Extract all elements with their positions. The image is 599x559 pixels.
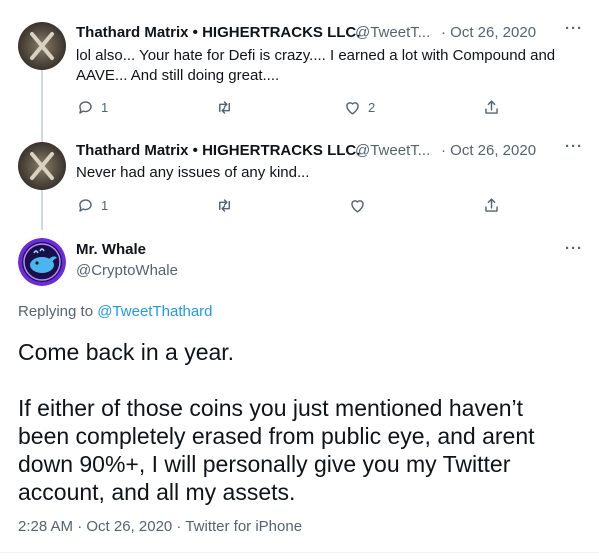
like-icon bbox=[346, 102, 359, 115]
share-button[interactable] bbox=[482, 196, 501, 215]
like-icon bbox=[351, 200, 364, 213]
author-name[interactable]: Thathard Matrix • HIGHERTRACKS LLC. bbox=[76, 142, 360, 159]
share-button[interactable] bbox=[482, 98, 501, 117]
share-icon bbox=[485, 198, 498, 212]
retweet-button[interactable] bbox=[215, 98, 234, 117]
divider bbox=[0, 552, 599, 553]
more-icon[interactable]: ··· bbox=[565, 240, 583, 257]
tweet-body-line: Come back in a year. bbox=[18, 339, 235, 365]
reply-button[interactable]: 1 bbox=[76, 196, 108, 215]
author-name[interactable]: Thathard Matrix • HIGHERTRACKS LLC. bbox=[76, 24, 360, 41]
tweet-body-line: been completely erased from public eye, … bbox=[18, 423, 535, 449]
retweet-button[interactable] bbox=[215, 196, 234, 215]
tweet-body-line: If either of those coins you just mentio… bbox=[18, 395, 524, 421]
reply-icon bbox=[79, 101, 92, 114]
author-handle[interactable]: @CryptoWhale bbox=[76, 262, 178, 279]
reply-icon bbox=[79, 199, 92, 212]
thread-line bbox=[41, 70, 43, 142]
tweet-text-line: lol also... Your hate for Defi is crazy.… bbox=[76, 47, 556, 64]
avatar[interactable] bbox=[18, 238, 66, 286]
more-icon[interactable]: ··· bbox=[565, 138, 583, 155]
author-name[interactable]: Mr. Whale bbox=[76, 241, 146, 258]
tweet-timestamp[interactable]: 2:28 AM · Oct 26, 2020 · Twitter for iPh… bbox=[18, 518, 302, 535]
reply-count: 1 bbox=[101, 100, 109, 115]
author-handle[interactable]: @TweetT... bbox=[355, 24, 430, 41]
replying-prefix: Replying to bbox=[18, 303, 94, 320]
replying-to-link[interactable]: @TweetThathard bbox=[97, 303, 212, 320]
tweet-date[interactable]: · Oct 26, 2020 bbox=[441, 24, 536, 41]
share-icon bbox=[485, 100, 498, 114]
reply-button[interactable]: 1 bbox=[76, 98, 108, 117]
tweet-body-line: down 90%+, I will personally give you my… bbox=[18, 451, 511, 477]
reply-count: 1 bbox=[101, 198, 109, 213]
more-icon[interactable]: ··· bbox=[565, 20, 583, 37]
tweet-text-line: Never had any issues of any kind... bbox=[76, 164, 310, 181]
replying-to: Replying to @TweetThathard bbox=[18, 303, 213, 320]
tweet-body-line: account, and all my assets. bbox=[18, 479, 296, 505]
tweet-text-line: AAVE... And still doing great.... bbox=[76, 67, 280, 84]
avatar[interactable] bbox=[18, 22, 66, 70]
like-button[interactable]: 2 bbox=[343, 98, 375, 117]
retweet-icon bbox=[219, 199, 230, 212]
avatar[interactable] bbox=[18, 142, 66, 190]
thread-line bbox=[41, 190, 43, 230]
like-count: 2 bbox=[368, 100, 376, 115]
author-handle[interactable]: @TweetT... bbox=[355, 142, 430, 159]
like-button[interactable] bbox=[348, 196, 367, 215]
retweet-icon bbox=[219, 101, 230, 114]
tweet-date[interactable]: · Oct 26, 2020 bbox=[441, 142, 536, 159]
